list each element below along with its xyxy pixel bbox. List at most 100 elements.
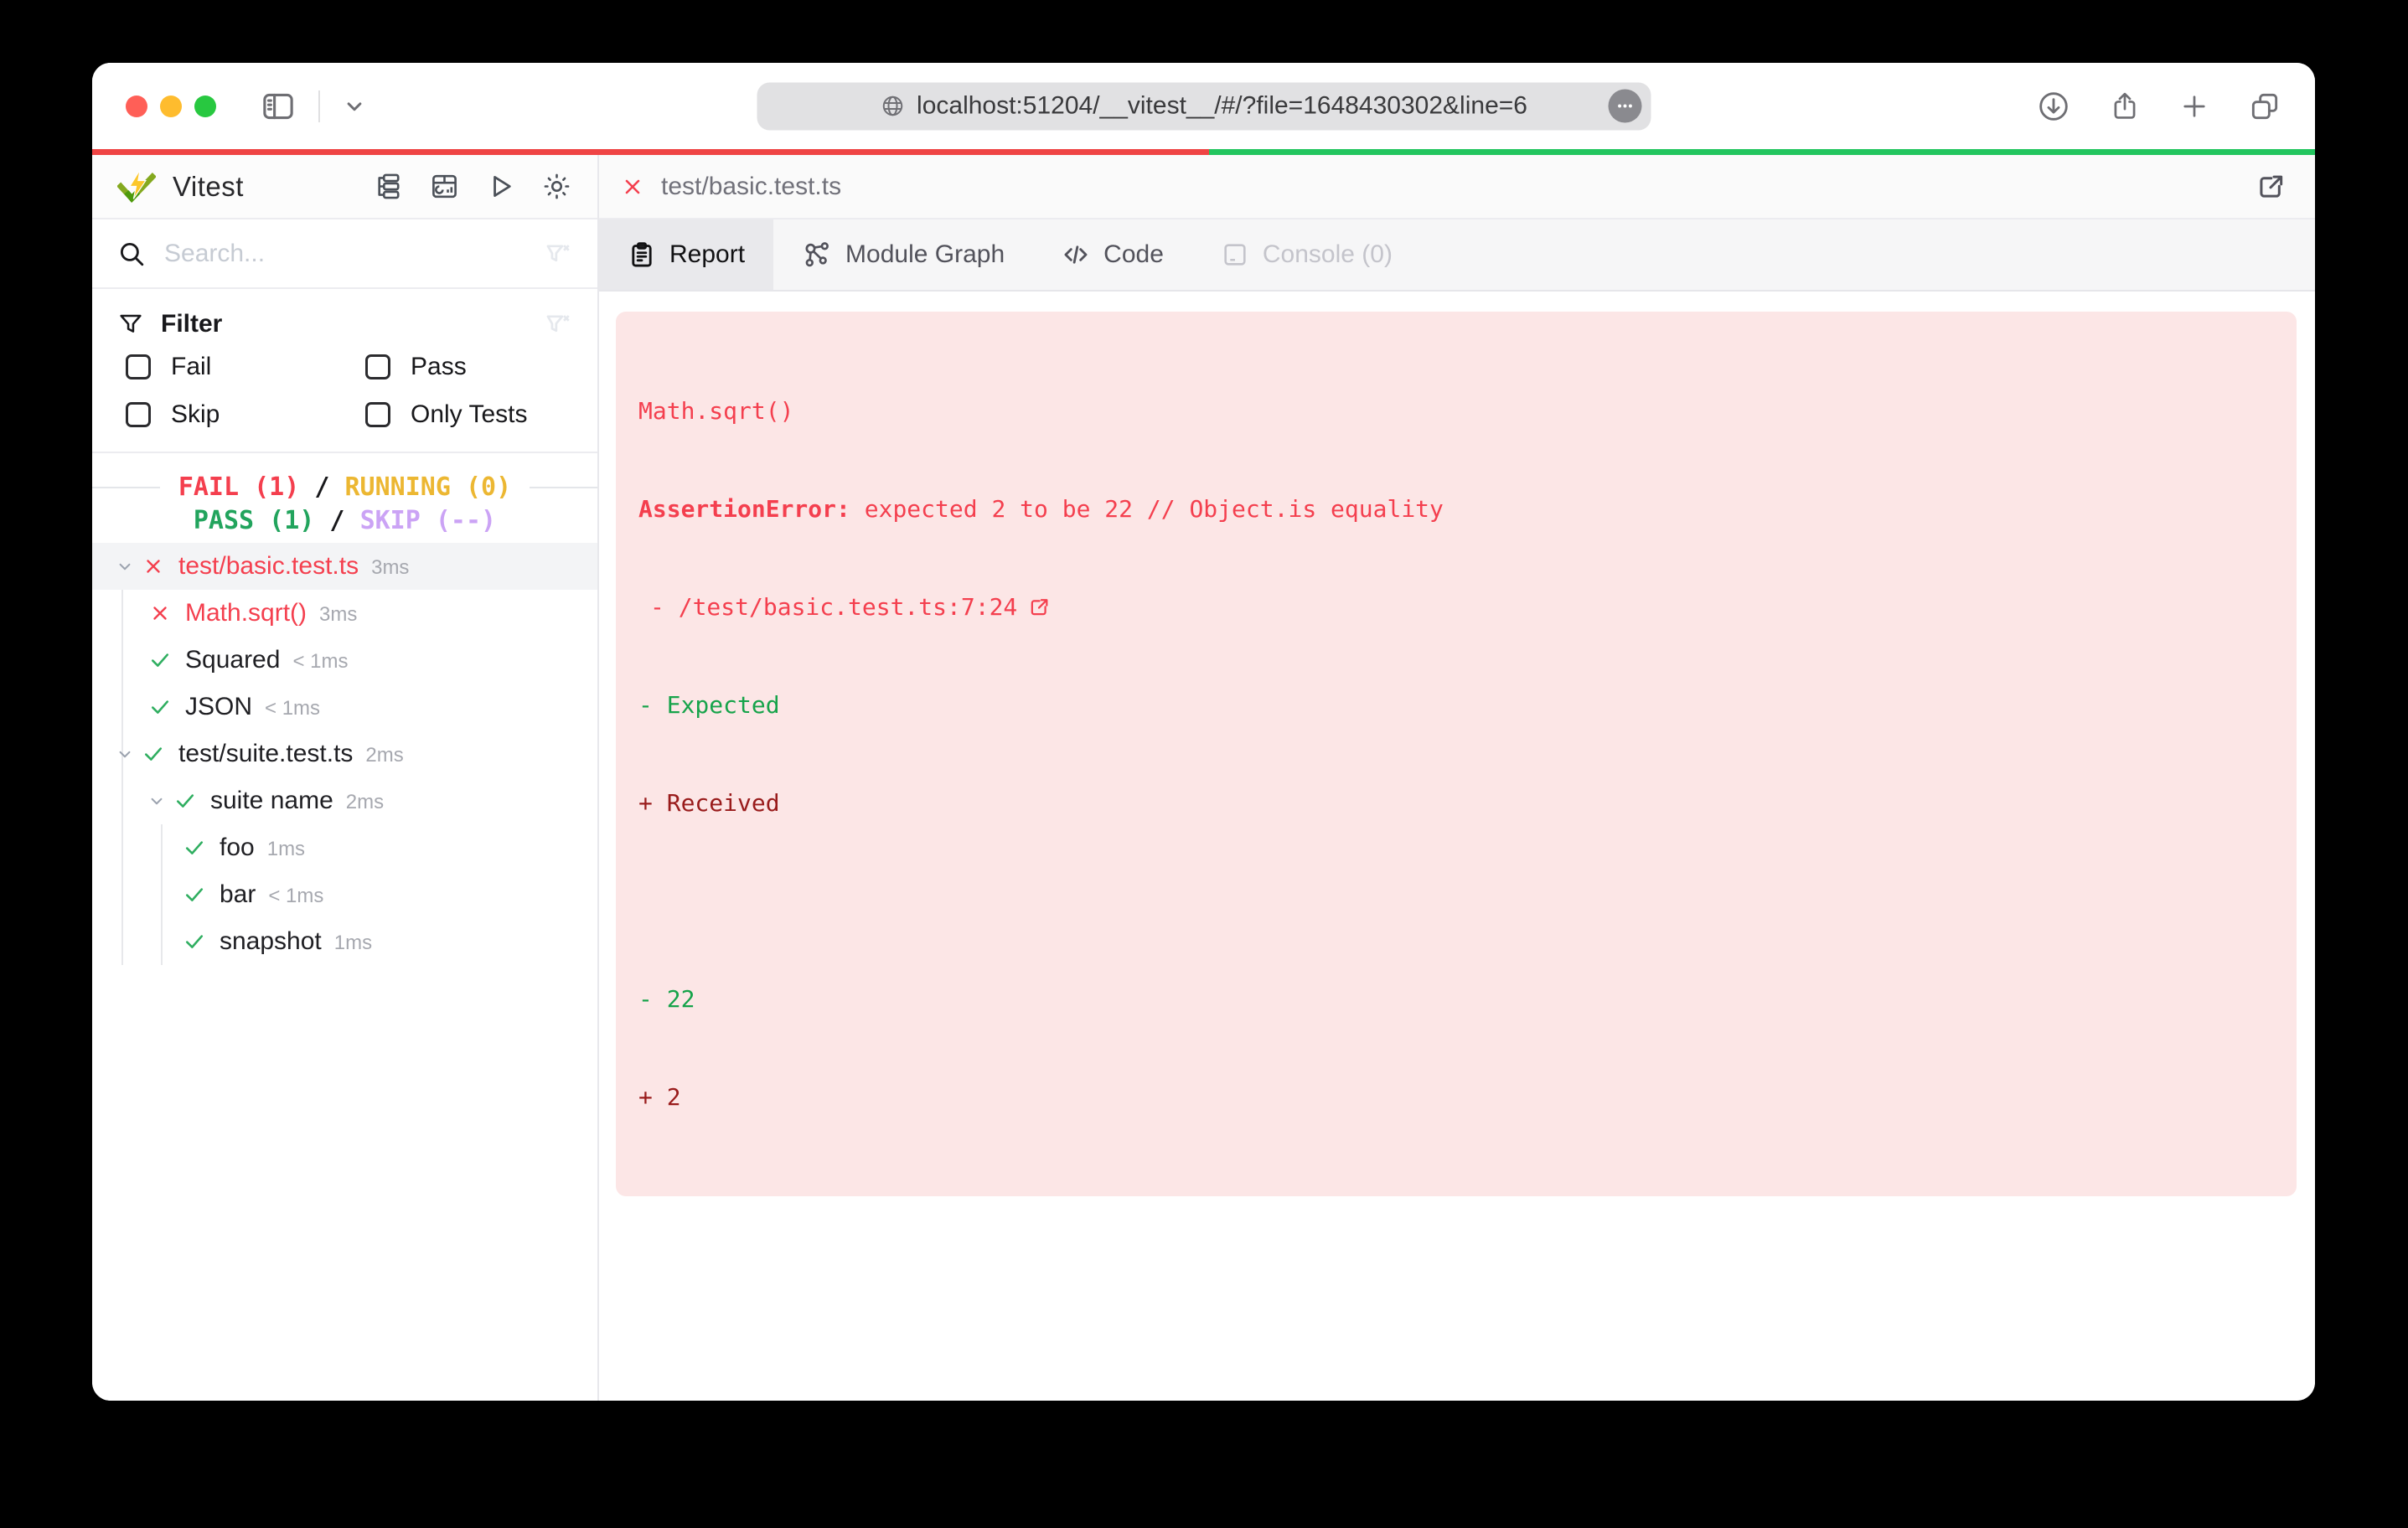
tab-report[interactable]: Report: [599, 219, 774, 290]
pass-checkbox[interactable]: [365, 354, 390, 379]
tree-item-label: snapshot: [220, 927, 322, 955]
sidebar: Vitest Filter: [92, 155, 599, 1401]
clear-filter-icon[interactable]: [544, 310, 572, 338]
globe-icon: [880, 94, 905, 119]
tree-view-toggle-icon[interactable]: [373, 171, 404, 202]
error-message: expected 2 to be 22 // Object.is equalit…: [850, 495, 1444, 523]
tree-item-bar[interactable]: bar < 1ms: [92, 871, 597, 918]
open-file-name: test/basic.test.ts: [661, 172, 842, 200]
summary-separator: /: [299, 472, 345, 502]
fail-checkbox[interactable]: [126, 354, 151, 379]
error-name: AssertionError:: [638, 495, 850, 523]
sidebar-header: Vitest: [92, 155, 597, 219]
traffic-lights: [126, 95, 216, 117]
dashboard-icon[interactable]: [429, 171, 460, 202]
desktop-background: localhost:51204/__vitest__/#/?file=16484…: [0, 0, 2408, 1528]
module-graph-icon: [802, 240, 832, 270]
checkbox-label: Pass: [411, 353, 467, 380]
open-in-editor-icon[interactable]: [1027, 596, 1051, 619]
test-summary: FAIL (1) / RUNNING (0) PASS (1) / SKIP (…: [92, 453, 597, 543]
tree-item-duration: < 1ms: [265, 697, 321, 720]
tree-item-suite-test-file[interactable]: test/suite.test.ts 2ms: [92, 730, 597, 777]
test-tree: test/basic.test.ts 3ms Math.sqrt() 3ms S…: [92, 543, 597, 1401]
filter-option-pass[interactable]: Pass: [365, 353, 572, 380]
tab-module-graph[interactable]: Module Graph: [773, 219, 1033, 290]
tree-item-label: Math.sqrt(): [185, 599, 307, 627]
tree-item-duration: 3ms: [371, 556, 410, 579]
zoom-window-button[interactable]: [194, 95, 216, 117]
filter-option-fail[interactable]: Fail: [126, 353, 365, 380]
address-bar[interactable]: localhost:51204/__vitest__/#/?file=16484…: [757, 82, 1651, 130]
tree-item-snapshot[interactable]: snapshot 1ms: [92, 918, 597, 965]
tab-code[interactable]: Code: [1033, 219, 1192, 290]
summary-line-1: FAIL (1) / RUNNING (0): [92, 470, 597, 503]
share-icon[interactable]: [2109, 90, 2141, 122]
tree-item-duration: 1ms: [333, 932, 373, 954]
open-file-header: test/basic.test.ts: [599, 155, 2315, 219]
fail-icon: [146, 602, 174, 624]
diff-received-label: + Received: [638, 789, 780, 817]
error-stack-line: - /test/basic.test.ts:7:24: [638, 591, 2274, 623]
tree-item-json[interactable]: JSON < 1ms: [92, 684, 597, 730]
chevron-down-icon[interactable]: [342, 94, 367, 119]
search-input[interactable]: [164, 239, 544, 268]
diff-received-value: + 2: [638, 1083, 681, 1111]
chevron-down-icon[interactable]: [111, 555, 139, 577]
code-icon: [1062, 240, 1090, 269]
chevron-down-icon[interactable]: [111, 743, 139, 765]
pass-icon: [180, 883, 209, 906]
fail-icon: [139, 555, 168, 577]
downloads-icon[interactable]: [2037, 90, 2070, 123]
tree-item-label: bar: [220, 880, 256, 908]
new-tab-icon[interactable]: [2179, 91, 2209, 121]
minimize-window-button[interactable]: [160, 95, 182, 117]
stack-location[interactable]: - /test/basic.test.ts:7:24: [650, 591, 1017, 623]
tree-item-suite-name[interactable]: suite name 2ms: [92, 777, 597, 824]
close-window-button[interactable]: [126, 95, 147, 117]
ellipsis-icon[interactable]: [1608, 89, 1641, 123]
progress-pass-segment: [1209, 149, 2315, 155]
summary-separator: /: [314, 505, 360, 535]
tree-item-label: test/basic.test.ts: [178, 552, 359, 580]
clear-filter-icon[interactable]: [544, 240, 572, 268]
tree-item-label: JSON: [185, 693, 253, 720]
filter-option-skip[interactable]: Skip: [126, 400, 365, 428]
tree-item-math-sqrt[interactable]: Math.sqrt() 3ms: [92, 590, 597, 637]
theme-toggle-icon[interactable]: [541, 171, 572, 202]
tree-item-basic-test-file[interactable]: test/basic.test.ts 3ms: [92, 543, 597, 590]
tab-label: Code: [1103, 240, 1164, 268]
pass-icon: [180, 836, 209, 860]
error-test-title: Math.sqrt(): [638, 397, 794, 425]
diff-expected-value: - 22: [638, 985, 695, 1013]
pass-icon: [146, 695, 174, 719]
tab-console[interactable]: Console (0): [1192, 219, 1421, 290]
run-all-tests-icon[interactable]: [485, 171, 516, 202]
report-icon: [628, 240, 656, 269]
open-in-editor-icon[interactable]: [2255, 171, 2287, 203]
tab-label: Console (0): [1262, 240, 1393, 268]
funnel-icon: [117, 311, 144, 338]
tree-item-squared[interactable]: Squared < 1ms: [92, 637, 597, 684]
diff-expected-label: - Expected: [638, 691, 780, 719]
tree-item-label: foo: [220, 834, 255, 861]
tree-item-label: test/suite.test.ts: [178, 740, 354, 767]
main-panel: test/basic.test.ts Report Module Graph C: [599, 155, 2315, 1401]
search-icon: [117, 240, 146, 268]
tree-item-foo[interactable]: foo 1ms: [92, 824, 597, 871]
view-tabs: Report Module Graph Code Console (0): [599, 219, 2315, 292]
skip-checkbox[interactable]: [126, 402, 151, 427]
diff-blank-line: [638, 885, 2274, 917]
tree-item-duration: 1ms: [266, 838, 306, 860]
sidebar-toggle-icon[interactable]: [260, 88, 297, 125]
chevron-down-icon[interactable]: [142, 790, 171, 812]
tab-overview-icon[interactable]: [2248, 90, 2281, 123]
filter-section: Filter Fail Pass Skip Only Tests: [92, 289, 597, 453]
browser-toolbar: localhost:51204/__vitest__/#/?file=16484…: [92, 63, 2315, 149]
browser-window: localhost:51204/__vitest__/#/?file=16484…: [92, 63, 2315, 1401]
checkbox-label: Only Tests: [411, 400, 528, 428]
filter-option-only-tests[interactable]: Only Tests: [365, 400, 572, 428]
only-tests-checkbox[interactable]: [365, 402, 390, 427]
tree-item-duration: < 1ms: [292, 650, 349, 673]
tree-item-duration: 3ms: [319, 603, 358, 626]
pass-count: PASS (1): [193, 505, 315, 535]
